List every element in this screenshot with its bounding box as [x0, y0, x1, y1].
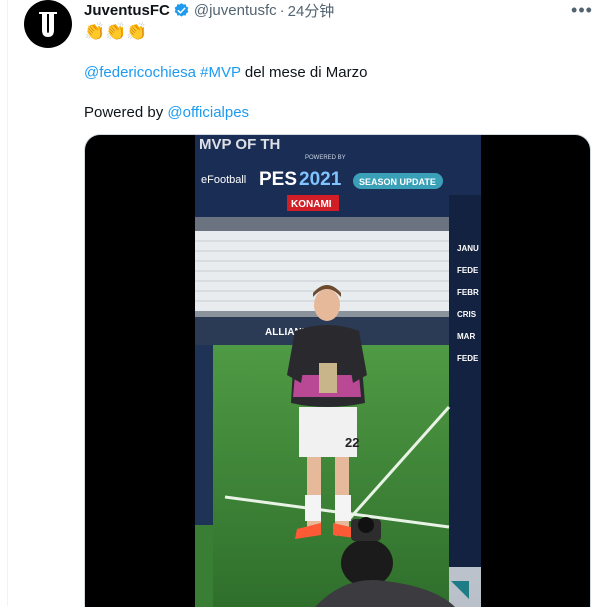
verified-badge-icon — [173, 2, 190, 19]
banner-powered-by: POWERED BY — [305, 155, 346, 161]
avatar[interactable] — [24, 0, 72, 48]
hashtag-mvp[interactable]: #MVP — [200, 64, 241, 81]
side-panel-line: JANU — [457, 244, 479, 253]
tweet-video[interactable]: MVP OF TH POWERED BY eFootball PES 2021 … — [84, 134, 591, 607]
clap-emojis: 👏👏👏 — [84, 22, 148, 41]
banner-year: 2021 — [299, 169, 342, 190]
separator-dot: · — [279, 1, 285, 19]
side-panel-line: FEDE — [457, 354, 479, 363]
more-dots-icon[interactable]: ••• — [571, 0, 593, 20]
banner-efootball: eFootball — [201, 174, 246, 186]
video-frame: MVP OF TH POWERED BY eFootball PES 2021 … — [195, 135, 481, 607]
side-panel-line: MAR — [457, 332, 475, 341]
banner-top-text: MVP OF TH — [199, 136, 280, 153]
video-scene: MVP OF TH POWERED BY eFootball PES 2021 … — [195, 135, 481, 607]
banner-season-update: SEASON UPDATE — [359, 177, 436, 187]
banner-konami: KONAMI — [291, 199, 332, 210]
timeline-divider — [7, 0, 8, 606]
author-name[interactable]: JuventusFC — [84, 2, 170, 19]
tweet: JuventusFC @juventusfc · 24分钟 ••• 👏👏👏 @f… — [0, 0, 615, 607]
mention-federicochiesa[interactable]: @federicochiesa — [84, 64, 196, 81]
powered-by-label: Powered by — [84, 104, 168, 121]
shirt-number: 22 — [345, 435, 359, 450]
side-panel-line: CRIS — [457, 310, 477, 319]
side-panel-line: FEBR — [457, 288, 479, 297]
powered-by-line: Powered by @officialpes — [84, 103, 249, 123]
juventus-j-logo-icon — [39, 12, 57, 37]
tweet-text-rest: del mese di Marzo — [240, 64, 368, 81]
banner-pes: PES — [259, 169, 297, 190]
side-panel-line: FEDE — [457, 266, 479, 275]
tweet-timestamp[interactable]: 24分钟 — [288, 0, 335, 21]
author-handle[interactable]: @juventusfc — [194, 2, 277, 19]
tweet-header: JuventusFC @juventusfc · 24分钟 — [84, 0, 334, 20]
mention-officialpes[interactable]: @officialpes — [167, 104, 249, 121]
tweet-text: @federicochiesa #MVP del mese di Marzo — [84, 63, 367, 83]
